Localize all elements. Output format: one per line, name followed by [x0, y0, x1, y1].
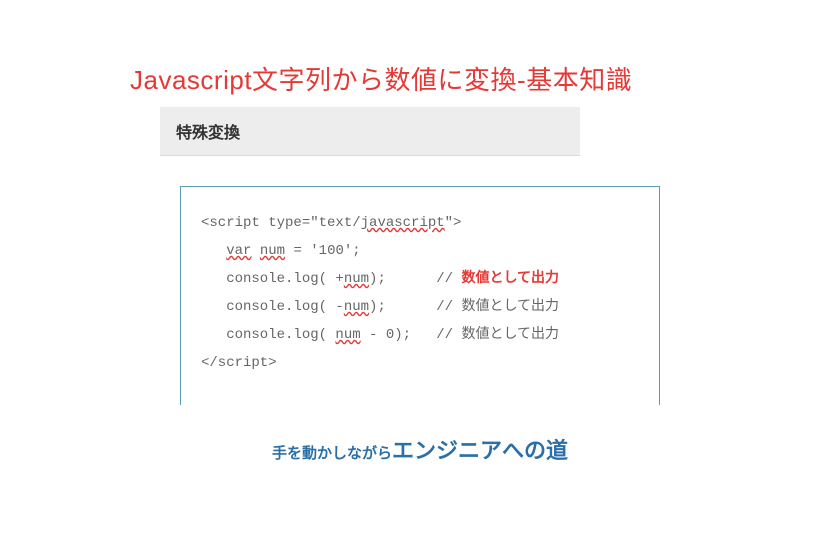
wavy-underline: num: [260, 243, 285, 259]
code-line: var num = '100';: [201, 237, 639, 265]
code-line: console.log( +num); // 数値として出力: [201, 265, 639, 293]
code-block: <script type="text/javascript"> var num …: [180, 186, 660, 405]
code-line: console.log( -num); // 数値として出力: [201, 293, 639, 321]
section-header: 特殊変換: [160, 107, 580, 156]
code-line: </script>: [201, 349, 639, 377]
footer-small-text: 手を動かしながら: [272, 445, 392, 462]
wavy-underline: javascript: [361, 215, 445, 231]
footer-big-text: エンジニアへの道: [392, 438, 568, 463]
wavy-underline: num: [335, 327, 360, 343]
wavy-underline: var: [226, 243, 251, 259]
wavy-underline: num: [344, 299, 369, 315]
code-line: console.log( num - 0); // 数値として出力: [201, 321, 639, 349]
page-title: Javascript文字列から数値に変換-基本知識: [130, 60, 740, 97]
wavy-underline: num: [344, 271, 369, 287]
footer-tagline: 手を動かしながらエンジニアへの道: [100, 433, 740, 465]
highlighted-comment: 数値として出力: [461, 271, 559, 287]
code-line: <script type="text/javascript">: [201, 209, 639, 237]
